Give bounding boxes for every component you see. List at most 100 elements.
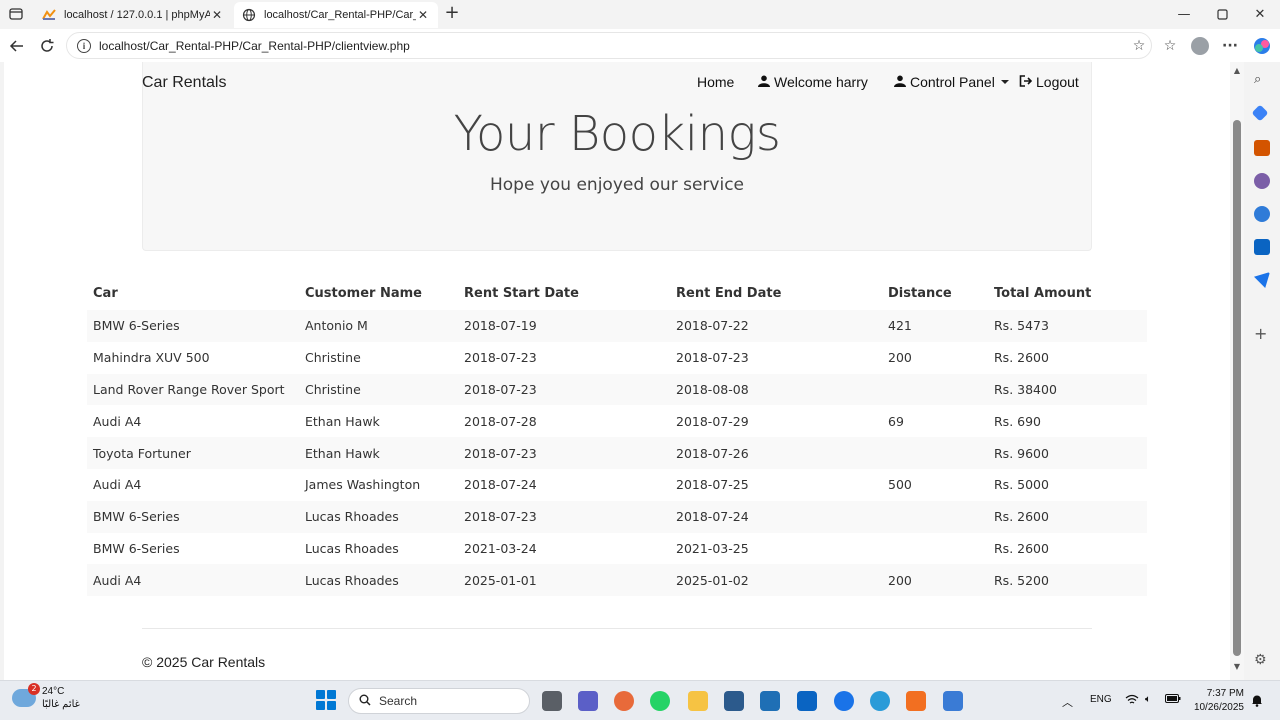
games-icon[interactable] (1254, 173, 1270, 189)
favorite-star-icon[interactable]: ☆ (1127, 38, 1151, 54)
cell-rent-start-date: 2018-07-28 (464, 413, 537, 429)
back-arrow-icon (9, 40, 23, 52)
back-button[interactable] (6, 35, 28, 57)
send-icon[interactable] (1254, 272, 1270, 288)
search-placeholder: Search (379, 694, 418, 708)
weather-widget[interactable]: 2 24°C غائم غالبًا (12, 683, 80, 711)
weather-description: غائم غالبًا (42, 699, 80, 710)
more-menu-icon[interactable]: ··· (1219, 35, 1241, 57)
header-customer-name: Customer Name (305, 285, 422, 301)
cell-rent-end-date: 2018-07-24 (676, 509, 749, 525)
xampp-icon[interactable] (906, 691, 926, 711)
reload-button[interactable] (36, 35, 58, 57)
nav-welcome-label: Welcome harry (774, 74, 868, 90)
cell-total-amount: Rs. 9600 (994, 445, 1049, 461)
notification-bell-icon[interactable] (1251, 694, 1263, 710)
page-scrollbar[interactable]: ▲ ▼ (1230, 62, 1244, 680)
cell-rent-start-date: 2018-07-23 (464, 381, 537, 397)
address-bar[interactable]: i localhost/Car_Rental-PHP/Car_Rental-PH… (66, 32, 1152, 59)
cell-total-amount: Rs. 690 (994, 413, 1042, 429)
edge-sidebar: ⌕ + ⚙ (1244, 62, 1280, 680)
tab-close-icon[interactable]: ✕ (416, 8, 430, 22)
navbar-brand[interactable]: Car Rentals (142, 74, 226, 92)
cell-distance (882, 374, 988, 406)
nav-logout-link[interactable]: Logout (1019, 74, 1079, 90)
notepad-icon[interactable] (943, 691, 963, 711)
nav-control-panel-dropdown[interactable]: Control Panel (894, 74, 1009, 90)
tab-title: localhost/Car_Rental-PHP/Car_Rental-PHP/… (264, 9, 416, 21)
minimize-button[interactable]: — (1164, 0, 1204, 29)
outlook-taskbar-icon[interactable] (797, 691, 817, 711)
tab-actions-button[interactable] (4, 4, 28, 24)
cell-rent-start-date: 2018-07-24 (464, 477, 537, 493)
page-subtitle: Hope you enjoyed our service (489, 175, 744, 195)
user-icon (894, 75, 906, 90)
copilot-icon[interactable] (1251, 35, 1273, 57)
cell-distance: 200 (888, 572, 912, 588)
cell-total-amount: Rs. 2600 (994, 350, 1049, 366)
microsoft-365-icon[interactable] (1254, 206, 1270, 222)
sidebar-settings-gear-icon[interactable]: ⚙ (1254, 652, 1267, 668)
table-row: BMW 6-Series Lucas Rhoades 2018-07-23 2018-… (87, 500, 1147, 533)
tab-phpmyadmin[interactable]: localhost / 127.0.0.1 | phpMyAdmin ✕ (34, 2, 232, 28)
favorites-icon[interactable]: ☆ (1159, 35, 1181, 57)
tab-close-icon[interactable]: ✕ (210, 8, 224, 22)
nav-home-link[interactable]: Home (697, 74, 734, 90)
vscode-icon[interactable] (724, 691, 744, 711)
table-row: BMW 6-Series Antonio M 2018-07-19 2018-07-2… (87, 310, 1147, 342)
table-row: Land Rover Range Rover Sport Christine 201… (87, 373, 1147, 406)
search-icon[interactable]: ⌕ (1254, 72, 1261, 88)
tab-clientview[interactable]: localhost/Car_Rental-PHP/Car_Rental-PHP/… (234, 2, 438, 28)
docker-icon[interactable] (870, 691, 890, 711)
cell-car: BMW 6-Series (93, 318, 180, 334)
whatsapp-icon[interactable] (650, 691, 670, 711)
store-icon[interactable] (760, 691, 780, 711)
site-info-icon[interactable]: i (77, 38, 91, 53)
tab-strip: localhost / 127.0.0.1 | phpMyAdmin ✕ loc… (0, 0, 1280, 29)
footer-copyright: © 2025 Car Rentals (142, 654, 266, 670)
edge-taskbar-icon[interactable] (834, 691, 854, 711)
scroll-down-icon[interactable]: ▼ (1232, 662, 1242, 671)
url-text: localhost/Car_Rental-PHP/Car_Rental-PHP/… (99, 38, 410, 53)
weather-cloud-icon: 2 (12, 683, 40, 707)
volume-icon[interactable]: 🔈︎ (1145, 694, 1151, 705)
nav-welcome-link[interactable]: Welcome harry (758, 74, 868, 90)
cell-car: BMW 6-Series (93, 540, 180, 556)
file-explorer-icon[interactable] (688, 691, 708, 711)
outlook-icon[interactable] (1254, 239, 1270, 255)
teams-icon[interactable] (578, 691, 598, 711)
page-title: Your Bookings (453, 106, 781, 162)
scrollbar-thumb[interactable] (1233, 120, 1241, 656)
bookings-table: Car Customer Name Rent Start Date Rent E… (87, 276, 1147, 597)
profile-avatar[interactable] (1191, 37, 1209, 55)
task-view-icon[interactable] (542, 691, 562, 711)
weather-badge: 2 (28, 683, 40, 695)
battery-icon[interactable] (1165, 694, 1181, 706)
search-icon (359, 694, 371, 709)
scroll-up-icon[interactable]: ▲ (1232, 66, 1242, 75)
close-window-button[interactable]: ✕ (1240, 0, 1280, 29)
tray-chevron-up-icon[interactable]: ︿ (1062, 694, 1073, 710)
windows-taskbar: 2 24°C غائم غالبًا Search ︿ ENG 🔈︎ 7:37 … (0, 680, 1280, 720)
taskbar-clock[interactable]: 7:37 PM 10/26/2025 (1190, 687, 1244, 715)
cell-rent-end-date: 2018-08-08 (676, 381, 749, 397)
wifi-icon[interactable] (1125, 694, 1139, 708)
cell-car: Audi A4 (93, 413, 142, 429)
cell-car: Audi A4 (93, 572, 142, 588)
cell-rent-end-date: 2018-07-29 (676, 413, 749, 429)
cell-distance: 200 (888, 350, 912, 366)
new-tab-button[interactable]: + (442, 4, 462, 24)
table-row: Audi A4 Lucas Rhoades 2025-01-01 2025-01-02… (87, 564, 1147, 597)
cell-customer-name: Ethan Hawk (305, 413, 380, 429)
language-indicator[interactable]: ENG (1090, 694, 1112, 705)
photos-icon[interactable] (614, 691, 634, 711)
cell-distance: 69 (888, 413, 904, 429)
logout-icon (1019, 74, 1033, 90)
shopping-tag-icon[interactable] (1251, 104, 1269, 122)
taskbar-search-box[interactable]: Search (348, 688, 530, 714)
cell-customer-name: Ethan Hawk (305, 445, 380, 461)
tools-icon[interactable] (1254, 140, 1270, 156)
start-button[interactable] (316, 690, 336, 710)
add-sidebar-icon[interactable]: + (1254, 324, 1267, 343)
maximize-button[interactable] (1202, 0, 1242, 29)
